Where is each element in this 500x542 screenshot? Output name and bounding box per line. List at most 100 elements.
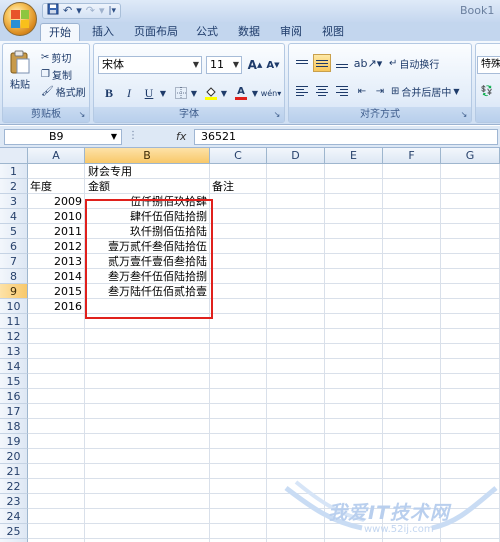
- undo-dropdown-icon[interactable]: ▾: [76, 4, 82, 18]
- cell-a10[interactable]: 2016: [28, 299, 85, 314]
- insert-function-button[interactable]: fx: [176, 130, 186, 143]
- font-color-button[interactable]: A: [232, 84, 250, 102]
- font-launcher-icon[interactable]: ↘: [272, 110, 282, 120]
- name-box-dropdown-icon[interactable]: ▼: [111, 130, 117, 144]
- row-header-2[interactable]: 2: [0, 179, 28, 194]
- orientation-button[interactable]: ab↗▾: [354, 54, 382, 72]
- increase-indent-button[interactable]: ⇥: [371, 82, 389, 100]
- copy-button[interactable]: ❐ 复制: [41, 67, 72, 82]
- row-header-21[interactable]: 21: [0, 464, 28, 479]
- row-header-23[interactable]: 23: [0, 494, 28, 509]
- row-header-5[interactable]: 5: [0, 224, 28, 239]
- column-header-e[interactable]: E: [325, 148, 383, 164]
- redo-icon[interactable]: ↷: [86, 4, 95, 18]
- alignment-launcher-icon[interactable]: ↘: [459, 110, 469, 120]
- row-header-3[interactable]: 3: [0, 194, 28, 209]
- column-header-c[interactable]: C: [210, 148, 267, 164]
- column-header-d[interactable]: D: [267, 148, 325, 164]
- row-header-1[interactable]: 1: [0, 164, 28, 179]
- cell-b2[interactable]: 金额: [88, 179, 110, 194]
- office-button[interactable]: [3, 2, 37, 36]
- cell-a5[interactable]: 2011: [28, 224, 85, 239]
- align-middle-button[interactable]: [313, 54, 331, 72]
- row-header-10[interactable]: 10: [0, 299, 28, 314]
- save-icon[interactable]: [47, 3, 59, 19]
- bold-button[interactable]: B: [100, 84, 118, 102]
- borders-button[interactable]: [172, 84, 190, 102]
- cell-a9[interactable]: 2015: [28, 284, 85, 299]
- phonetic-label: wén: [260, 88, 278, 98]
- tab-page-layout[interactable]: 页面布局: [126, 23, 186, 41]
- cut-button[interactable]: ✂ 剪切: [41, 50, 71, 65]
- italic-button[interactable]: I: [120, 84, 138, 102]
- row-header-20[interactable]: 20: [0, 449, 28, 464]
- row-header-8[interactable]: 8: [0, 269, 28, 284]
- tab-formulas[interactable]: 公式: [188, 23, 226, 41]
- underline-button[interactable]: U: [140, 84, 158, 102]
- cell-a7[interactable]: 2013: [28, 254, 85, 269]
- align-right-button[interactable]: [333, 82, 351, 100]
- row-header-22[interactable]: 22: [0, 479, 28, 494]
- align-left-button[interactable]: [293, 82, 311, 100]
- clipboard-launcher-icon[interactable]: ↘: [77, 110, 87, 120]
- cell-b1[interactable]: 财会专用: [88, 164, 132, 179]
- font-name-select[interactable]: 宋体 ▼: [98, 56, 202, 74]
- align-center-button[interactable]: [313, 82, 331, 100]
- format-painter-label: 格式刷: [55, 88, 86, 99]
- row-header-18[interactable]: 18: [0, 419, 28, 434]
- column-header-a[interactable]: A: [28, 148, 85, 164]
- format-painter-button[interactable]: 🖌 格式刷: [41, 84, 86, 99]
- row-header-4[interactable]: 4: [0, 209, 28, 224]
- column-header-f[interactable]: F: [383, 148, 441, 164]
- font-color-dropdown-icon[interactable]: ▼: [250, 84, 260, 102]
- row-header-17[interactable]: 17: [0, 404, 28, 419]
- name-box[interactable]: B9 ▼: [4, 129, 122, 145]
- tab-view[interactable]: 视图: [314, 23, 352, 41]
- borders-dropdown-icon[interactable]: ▼: [189, 84, 199, 102]
- cell-a8[interactable]: 2014: [28, 269, 85, 284]
- align-top-button[interactable]: [293, 54, 311, 72]
- row-header-14[interactable]: 14: [0, 359, 28, 374]
- row-header-24[interactable]: 24: [0, 509, 28, 524]
- cell-c2[interactable]: 备注: [212, 179, 234, 194]
- phonetic-button[interactable]: wén ▾: [260, 84, 282, 102]
- column-header-g[interactable]: G: [441, 148, 500, 164]
- cell-a4[interactable]: 2010: [28, 209, 85, 224]
- fill-color-button[interactable]: [202, 84, 220, 102]
- cell-a6[interactable]: 2012: [28, 239, 85, 254]
- redo-dropdown-icon[interactable]: ▾: [99, 4, 105, 18]
- paste-button[interactable]: 粘贴: [9, 49, 31, 91]
- underline-dropdown-icon[interactable]: ▼: [158, 84, 168, 102]
- row-header-7[interactable]: 7: [0, 254, 28, 269]
- row-header-13[interactable]: 13: [0, 344, 28, 359]
- customize-icon[interactable]: |▾: [109, 4, 117, 18]
- tab-insert[interactable]: 插入: [84, 23, 122, 41]
- decrease-indent-button[interactable]: ⇤: [353, 82, 371, 100]
- formula-input[interactable]: 36521: [194, 129, 498, 145]
- row-header-6[interactable]: 6: [0, 239, 28, 254]
- row-header-16[interactable]: 16: [0, 389, 28, 404]
- cell-a2[interactable]: 年度: [30, 179, 52, 194]
- tab-review[interactable]: 审阅: [272, 23, 310, 41]
- row-header-12[interactable]: 12: [0, 329, 28, 344]
- row-header-9[interactable]: 9: [0, 284, 28, 299]
- tab-home[interactable]: 开始: [40, 23, 80, 41]
- select-all-button[interactable]: [0, 148, 28, 164]
- align-bottom-button[interactable]: [333, 54, 351, 72]
- row-header-19[interactable]: 19: [0, 434, 28, 449]
- row-header-11[interactable]: 11: [0, 314, 28, 329]
- tab-data[interactable]: 数据: [230, 23, 268, 41]
- row-header-25[interactable]: 25: [0, 524, 28, 539]
- column-header-b[interactable]: B: [85, 148, 210, 164]
- grow-font-button[interactable]: A ▲: [246, 56, 264, 74]
- fill-color-dropdown-icon[interactable]: ▼: [219, 84, 229, 102]
- merge-center-button[interactable]: ⊞ 合并后居中 ▼: [391, 84, 460, 99]
- shrink-font-button[interactable]: A ▼: [264, 56, 282, 74]
- undo-icon[interactable]: ↶: [63, 4, 72, 18]
- currency-button[interactable]: 💱: [478, 82, 496, 100]
- row-header-15[interactable]: 15: [0, 374, 28, 389]
- number-format-select[interactable]: 特殊: [477, 56, 500, 74]
- wrap-text-button[interactable]: ↵ 自动换行: [389, 56, 439, 71]
- cell-a3[interactable]: 2009: [28, 194, 85, 209]
- font-size-select[interactable]: 11 ▼: [206, 56, 242, 74]
